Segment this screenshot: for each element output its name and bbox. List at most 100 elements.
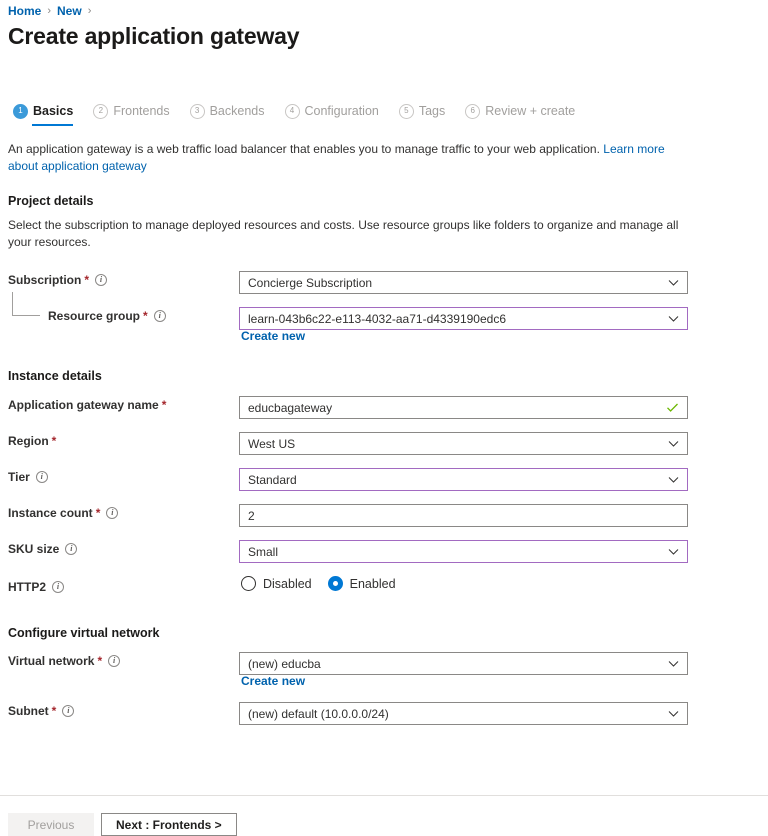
region-value: West US: [248, 437, 664, 451]
step-number-badge: 3: [190, 104, 205, 119]
step-number-badge: 6: [465, 104, 480, 119]
subscription-dropdown[interactable]: Concierge Subscription: [239, 271, 688, 294]
step-number-badge: 4: [285, 104, 300, 119]
http2-radio-group: Disabled Enabled: [241, 576, 396, 591]
resource-group-label-text: Resource group: [48, 309, 140, 323]
wizard-step-tabs: 1 Basics 2 Frontends 3 Backends 4 Config…: [13, 100, 595, 130]
form-row-region: Region * West US: [0, 432, 768, 454]
form-row-gateway-name: Application gateway name * educbagateway: [0, 396, 768, 418]
tier-label: Tier i: [8, 470, 48, 484]
instance-count-input[interactable]: 2: [239, 504, 688, 527]
http2-label: HTTP2 i: [8, 580, 64, 594]
form-row-sku-size: SKU size i Small: [0, 540, 768, 562]
info-icon[interactable]: i: [95, 274, 107, 286]
required-marker: *: [52, 704, 57, 718]
region-label: Region *: [8, 434, 56, 448]
tab-label: Configuration: [305, 104, 379, 118]
step-number-badge: 1: [13, 104, 28, 119]
chevron-down-icon: [668, 708, 679, 719]
breadcrumb-item-new[interactable]: New: [57, 4, 82, 18]
gateway-name-label: Application gateway name *: [8, 398, 166, 412]
sku-size-label-text: SKU size: [8, 542, 59, 556]
region-label-text: Region: [8, 434, 49, 448]
form-row-resource-group: Resource group * i learn-043b6c22-e113-4…: [0, 307, 768, 329]
breadcrumb: Home › New ›: [8, 3, 97, 19]
virtual-network-dropdown[interactable]: (new) educba: [239, 652, 688, 675]
form-row-instance-count: Instance count * i 2: [0, 504, 768, 526]
step-number-badge: 5: [399, 104, 414, 119]
radio-unchecked-icon: [241, 576, 256, 591]
chevron-down-icon: [668, 658, 679, 669]
form-row-subscription: Subscription * i Concierge Subscription: [0, 271, 768, 293]
info-icon[interactable]: i: [154, 310, 166, 322]
resource-group-dropdown[interactable]: learn-043b6c22-e113-4032-aa71-d4339190ed…: [239, 307, 688, 330]
section-heading-project-details: Project details: [8, 194, 93, 208]
tab-review-create[interactable]: 6 Review + create: [465, 100, 575, 126]
intro-text: An application gateway is a web traffic …: [8, 142, 603, 156]
tab-basics[interactable]: 1 Basics: [13, 100, 73, 126]
http2-option-label: Enabled: [350, 577, 396, 591]
sku-size-label: SKU size i: [8, 542, 77, 556]
info-icon[interactable]: i: [36, 471, 48, 483]
active-tab-indicator: [32, 124, 73, 126]
breadcrumb-separator-icon: ›: [88, 5, 92, 17]
breadcrumb-separator-icon: ›: [47, 5, 51, 17]
form-row-virtual-network: Virtual network * i (new) educba: [0, 652, 768, 674]
tier-dropdown[interactable]: Standard: [239, 468, 688, 491]
tab-label: Frontends: [113, 104, 169, 118]
instance-count-value: 2: [248, 509, 679, 523]
breadcrumb-item-home[interactable]: Home: [8, 4, 41, 18]
sku-size-dropdown[interactable]: Small: [239, 540, 688, 563]
instance-count-label: Instance count * i: [8, 506, 118, 520]
region-dropdown[interactable]: West US: [239, 432, 688, 455]
info-icon[interactable]: i: [62, 705, 74, 717]
create-new-virtual-network-link[interactable]: Create new: [241, 674, 305, 688]
resource-group-label: Resource group * i: [48, 309, 166, 323]
tab-label: Backends: [210, 104, 265, 118]
subnet-value: (new) default (10.0.0.0/24): [248, 707, 664, 721]
subscription-label-text: Subscription: [8, 273, 81, 287]
tab-label: Review + create: [485, 104, 575, 118]
info-icon[interactable]: i: [108, 655, 120, 667]
section-heading-configure-virtual-network: Configure virtual network: [8, 626, 159, 640]
info-icon[interactable]: i: [106, 507, 118, 519]
subscription-value: Concierge Subscription: [248, 276, 664, 290]
tab-label: Tags: [419, 104, 445, 118]
required-marker: *: [52, 434, 57, 448]
chevron-down-icon: [668, 438, 679, 449]
info-icon[interactable]: i: [65, 543, 77, 555]
tab-backends[interactable]: 3 Backends: [190, 100, 265, 126]
required-marker: *: [84, 273, 89, 287]
http2-option-label: Disabled: [263, 577, 312, 591]
gateway-name-input[interactable]: educbagateway: [239, 396, 688, 419]
footer-divider: [0, 795, 768, 796]
intro-description: An application gateway is a web traffic …: [8, 141, 688, 175]
tab-tags[interactable]: 5 Tags: [399, 100, 445, 126]
subnet-dropdown[interactable]: (new) default (10.0.0.0/24): [239, 702, 688, 725]
required-marker: *: [96, 506, 101, 520]
virtual-network-value: (new) educba: [248, 657, 664, 671]
chevron-down-icon: [668, 313, 679, 324]
http2-option-disabled[interactable]: Disabled: [241, 576, 312, 591]
http2-option-enabled[interactable]: Enabled: [328, 576, 396, 591]
tier-label-text: Tier: [8, 470, 30, 484]
radio-checked-icon: [328, 576, 343, 591]
virtual-network-label: Virtual network * i: [8, 654, 120, 668]
tab-configuration[interactable]: 4 Configuration: [285, 100, 379, 126]
tab-frontends[interactable]: 2 Frontends: [93, 100, 169, 126]
tier-value: Standard: [248, 473, 664, 487]
section-description-project-details: Select the subscription to manage deploy…: [8, 217, 690, 251]
subnet-label: Subnet * i: [8, 704, 74, 718]
form-row-subnet: Subnet * i (new) default (10.0.0.0/24): [0, 702, 768, 724]
required-marker: *: [97, 654, 102, 668]
instance-count-label-text: Instance count: [8, 506, 93, 520]
section-heading-instance-details: Instance details: [8, 369, 102, 383]
resource-group-value: learn-043b6c22-e113-4032-aa71-d4339190ed…: [248, 312, 664, 326]
step-number-badge: 2: [93, 104, 108, 119]
create-new-resource-group-link[interactable]: Create new: [241, 329, 305, 343]
subnet-label-text: Subnet: [8, 704, 49, 718]
info-icon[interactable]: i: [52, 581, 64, 593]
virtual-network-label-text: Virtual network: [8, 654, 94, 668]
required-marker: *: [162, 398, 167, 412]
chevron-down-icon: [668, 474, 679, 485]
